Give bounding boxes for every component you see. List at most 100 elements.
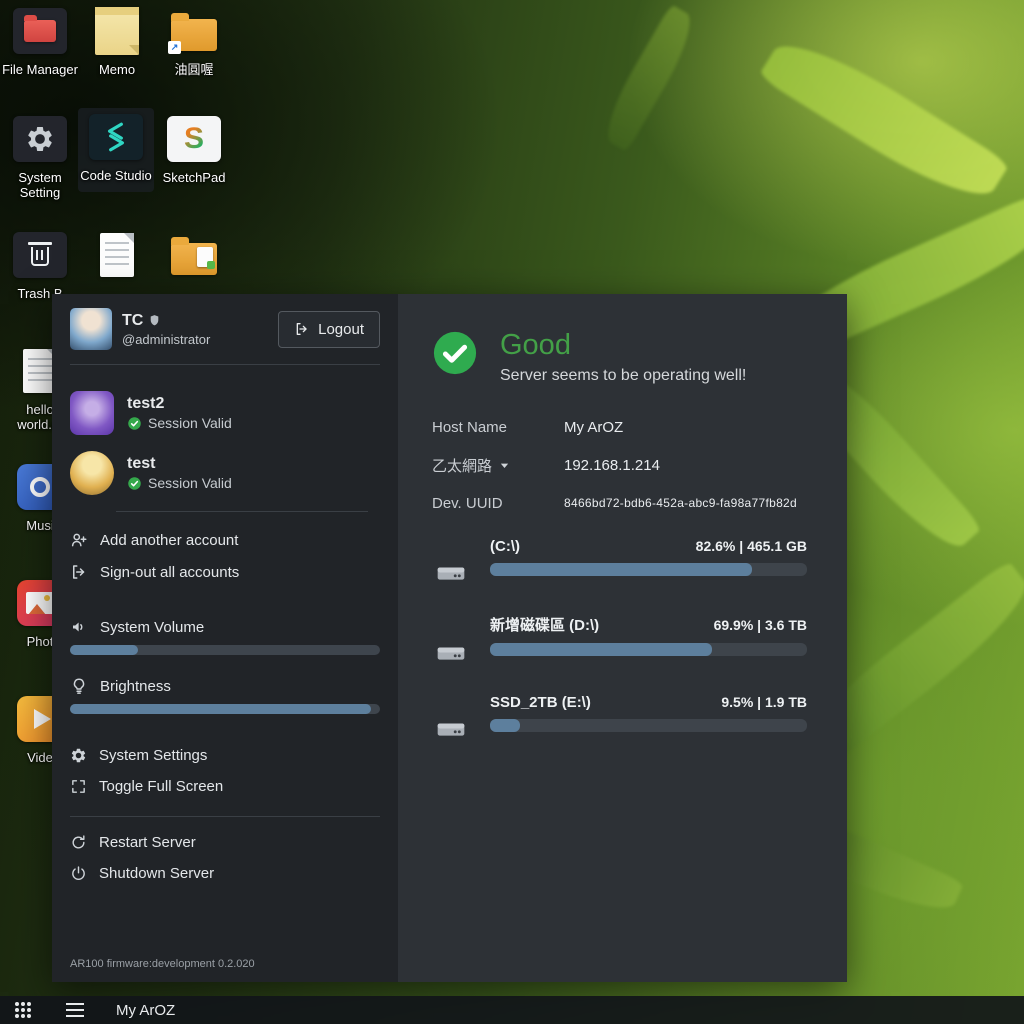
foliage-decoration bbox=[758, 26, 1010, 215]
disk-list: (C:\) 82.6% | 465.1 GB 新增磁碟區 (D:\) 69.9%… bbox=[432, 538, 807, 743]
sign-out-icon bbox=[70, 563, 88, 581]
system-settings-label: System Settings bbox=[99, 747, 207, 764]
account-name: test2 bbox=[127, 395, 232, 413]
network-row: 乙太網路 192.168.1.214 bbox=[432, 455, 807, 476]
hdd-icon bbox=[432, 643, 490, 667]
gear-icon bbox=[70, 747, 87, 764]
disk-row-c: (C:\) 82.6% | 465.1 GB bbox=[432, 538, 807, 587]
desktop-icon-label: 油圓喔 bbox=[156, 63, 232, 78]
system-tray-panel: TC @administrator Logout test2 bbox=[52, 294, 847, 982]
desktop-icon-sketchpad[interactable]: S SketchPad bbox=[156, 110, 232, 186]
status-title: Good bbox=[500, 330, 746, 362]
disk-name: SSD_2TB (E:\) bbox=[490, 694, 591, 711]
shutdown-server-item[interactable]: Shutdown Server bbox=[70, 858, 380, 889]
session-status: Session Valid bbox=[148, 475, 232, 491]
memo-icon bbox=[95, 7, 139, 55]
system-settings-item[interactable]: System Settings bbox=[70, 740, 380, 771]
code-studio-icon bbox=[89, 114, 143, 160]
hostname-row: Host Name My ArOZ bbox=[432, 419, 807, 436]
account-name: test bbox=[127, 455, 232, 473]
desktop-icon-system-setting[interactable]: System Setting bbox=[2, 110, 78, 201]
desktop-icon-trash[interactable]: Trash B bbox=[2, 226, 78, 302]
add-account-label: Add another account bbox=[100, 532, 238, 549]
brightness-block: Brightness bbox=[70, 677, 380, 714]
foliage-decoration bbox=[596, 4, 702, 152]
taskbar-title[interactable]: My ArOZ bbox=[116, 1002, 175, 1019]
apps-grid-icon[interactable] bbox=[8, 996, 38, 1024]
server-status-panel: Good Server seems to be operating well! … bbox=[398, 294, 847, 982]
disk-row-d: 新增磁碟區 (D:\) 69.9% | 3.6 TB bbox=[432, 614, 807, 667]
desktop-icon-document[interactable] bbox=[79, 226, 155, 287]
network-interface-dropdown[interactable]: 乙太網路 bbox=[432, 455, 492, 476]
trash-icon bbox=[13, 232, 67, 278]
user-avatar[interactable] bbox=[70, 308, 112, 350]
account-avatar bbox=[70, 391, 114, 435]
shutdown-server-label: Shutdown Server bbox=[99, 865, 214, 882]
user-menu-panel: TC @administrator Logout test2 bbox=[52, 294, 398, 982]
logout-icon bbox=[294, 321, 310, 337]
desktop-icon-label: Memo bbox=[79, 63, 155, 78]
logout-label: Logout bbox=[318, 321, 364, 338]
ip-address-value: 192.168.1.214 bbox=[564, 457, 807, 474]
divider bbox=[116, 511, 368, 512]
status-subtitle: Server seems to be operating well! bbox=[500, 367, 746, 385]
toggle-fullscreen-item[interactable]: Toggle Full Screen bbox=[70, 771, 380, 802]
person-plus-icon bbox=[70, 531, 88, 549]
volume-block: System Volume bbox=[70, 618, 380, 655]
restart-server-label: Restart Server bbox=[99, 834, 196, 851]
server-status-header: Good Server seems to be operating well! bbox=[432, 330, 807, 385]
desktop-icon-folder-shortcut[interactable]: 油圓喔 bbox=[156, 2, 232, 78]
desktop-icon-code-studio[interactable]: Code Studio bbox=[78, 108, 154, 192]
add-account-item[interactable]: Add another account bbox=[70, 524, 380, 556]
firmware-version: AR100 firmware:development 0.2.020 bbox=[70, 948, 380, 970]
brightness-slider[interactable] bbox=[70, 704, 380, 714]
desktop-icon-label: File Manager bbox=[2, 63, 78, 78]
hostname-label: Host Name bbox=[432, 419, 564, 436]
check-circle-icon bbox=[127, 416, 142, 431]
chevron-down-icon[interactable] bbox=[499, 460, 510, 471]
current-user-header: TC @administrator Logout bbox=[70, 308, 380, 350]
volume-label: System Volume bbox=[100, 619, 204, 636]
desktop-icon-memo[interactable]: Memo bbox=[79, 2, 155, 78]
account-row-test2[interactable]: test2 Session Valid bbox=[70, 391, 380, 435]
logout-button[interactable]: Logout bbox=[278, 311, 380, 348]
divider bbox=[70, 364, 380, 365]
account-avatar bbox=[70, 451, 114, 495]
check-circle-icon bbox=[127, 476, 142, 491]
status-check-icon bbox=[432, 330, 478, 376]
divider bbox=[70, 816, 380, 817]
disk-usage: 9.5% | 1.9 TB bbox=[721, 694, 807, 710]
sketchpad-icon: S bbox=[167, 116, 221, 162]
account-row-test[interactable]: test Session Valid bbox=[70, 451, 380, 495]
power-icon bbox=[70, 865, 87, 882]
folder-shortcut-icon bbox=[171, 19, 217, 51]
disk-usage: 82.6% | 465.1 GB bbox=[696, 538, 807, 554]
hdd-icon bbox=[432, 563, 490, 587]
disk-usage: 69.9% | 3.6 TB bbox=[714, 617, 807, 633]
uuid-value: 8466bd72-bdb6-452a-abc9-fa98a77fb82d bbox=[564, 496, 807, 510]
disk-name: (C:\) bbox=[490, 538, 520, 555]
restart-server-item[interactable]: Restart Server bbox=[70, 827, 380, 858]
session-status: Session Valid bbox=[148, 415, 232, 431]
speaker-icon bbox=[70, 618, 88, 636]
desktop-icon-folder-document[interactable] bbox=[156, 226, 232, 287]
toggle-fullscreen-label: Toggle Full Screen bbox=[99, 778, 223, 795]
volume-slider[interactable] bbox=[70, 645, 380, 655]
disk-name: 新增磁碟區 (D:\) bbox=[490, 614, 599, 635]
server-info: Host Name My ArOZ 乙太網路 192.168.1.214 Dev… bbox=[432, 419, 807, 512]
desktop-icon-file-manager[interactable]: File Manager bbox=[2, 2, 78, 78]
fullscreen-icon bbox=[70, 778, 87, 795]
user-handle: @administrator bbox=[122, 332, 268, 347]
desktop: File Manager Memo 油圓喔 System Setting Cod… bbox=[0, 0, 1024, 1024]
brightness-label: Brightness bbox=[100, 678, 171, 695]
uuid-label: Dev. UUID bbox=[432, 495, 564, 512]
shortcut-arrow-icon bbox=[168, 41, 181, 54]
document-icon bbox=[100, 233, 134, 277]
disk-usage-bar bbox=[490, 719, 807, 732]
signout-all-item[interactable]: Sign-out all accounts bbox=[70, 556, 380, 588]
file-manager-icon bbox=[13, 8, 67, 54]
brightness-label-row: Brightness bbox=[70, 677, 380, 695]
disk-usage-bar bbox=[490, 563, 807, 576]
disk-row-e: SSD_2TB (E:\) 9.5% | 1.9 TB bbox=[432, 694, 807, 743]
menu-hamburger-icon[interactable] bbox=[60, 996, 90, 1024]
